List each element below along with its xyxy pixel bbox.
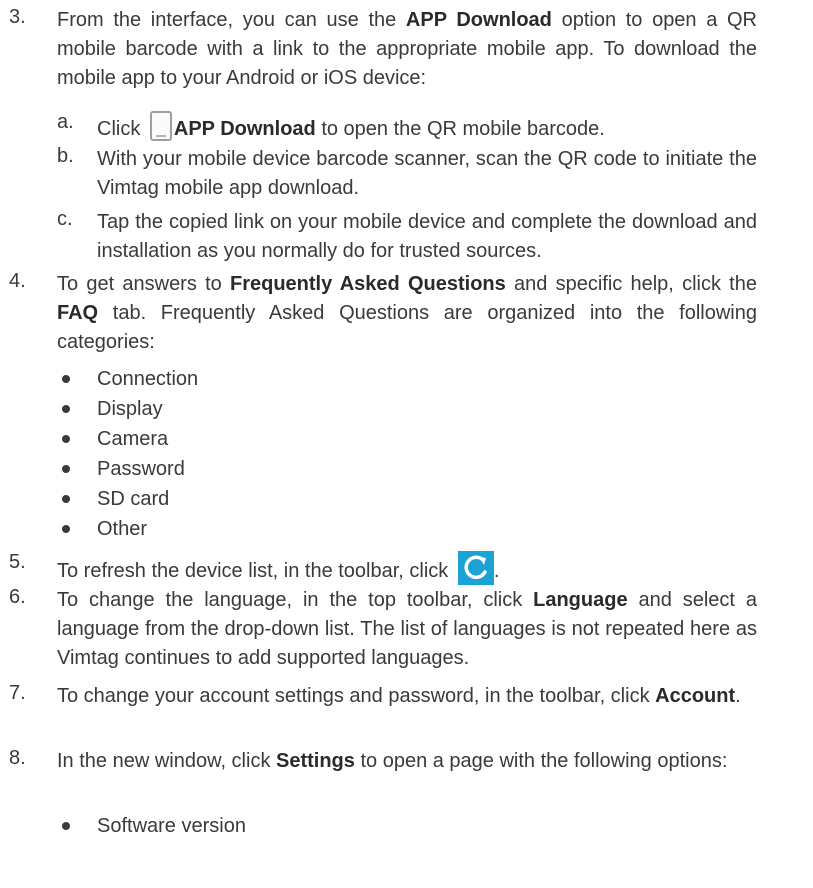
faq-tab-term: FAQ bbox=[57, 302, 99, 324]
step-number: 7. bbox=[9, 682, 26, 704]
step-text: From the interface, you can use the APP … bbox=[57, 9, 758, 89]
list-item: SD card bbox=[0, 485, 813, 514]
step-number: 5. bbox=[9, 551, 26, 573]
list-item: Other bbox=[0, 515, 813, 544]
bullet-icon bbox=[62, 435, 70, 443]
list-item: Camera bbox=[0, 425, 813, 454]
step-text: To change your account settings and pass… bbox=[57, 685, 741, 707]
bullet-icon bbox=[62, 822, 70, 830]
phone-icon bbox=[149, 111, 172, 141]
bullet-icon bbox=[62, 465, 70, 473]
list-item: Software version bbox=[0, 812, 813, 841]
bullet-icon bbox=[62, 375, 70, 383]
bullet-icon bbox=[62, 405, 70, 413]
bullet-icon bbox=[62, 495, 70, 503]
step-text: To get answers to Frequently Asked Quest… bbox=[57, 273, 757, 353]
language-term: Language bbox=[533, 589, 628, 611]
account-term: Account bbox=[655, 685, 736, 707]
step-text: To change the language, in the top toolb… bbox=[57, 589, 757, 669]
list-item: Password bbox=[0, 455, 813, 484]
app-download-term: APP Download bbox=[405, 9, 552, 31]
document-page: 3. From the interface, you can use the A… bbox=[0, 0, 813, 888]
settings-term: Settings bbox=[276, 750, 355, 772]
step-number: 6. bbox=[9, 586, 26, 608]
step-text: In the new window, click Settings to ope… bbox=[57, 750, 728, 772]
bullet-icon bbox=[62, 525, 70, 533]
list-item: Display bbox=[0, 395, 813, 424]
step-number: 3. bbox=[9, 6, 26, 28]
step-text: To refresh the device list, in the toolb… bbox=[57, 551, 757, 586]
step-number: 8. bbox=[9, 747, 26, 769]
step-number: 4. bbox=[9, 270, 26, 292]
list-item: Connection bbox=[0, 365, 813, 394]
refresh-icon bbox=[457, 551, 494, 585]
